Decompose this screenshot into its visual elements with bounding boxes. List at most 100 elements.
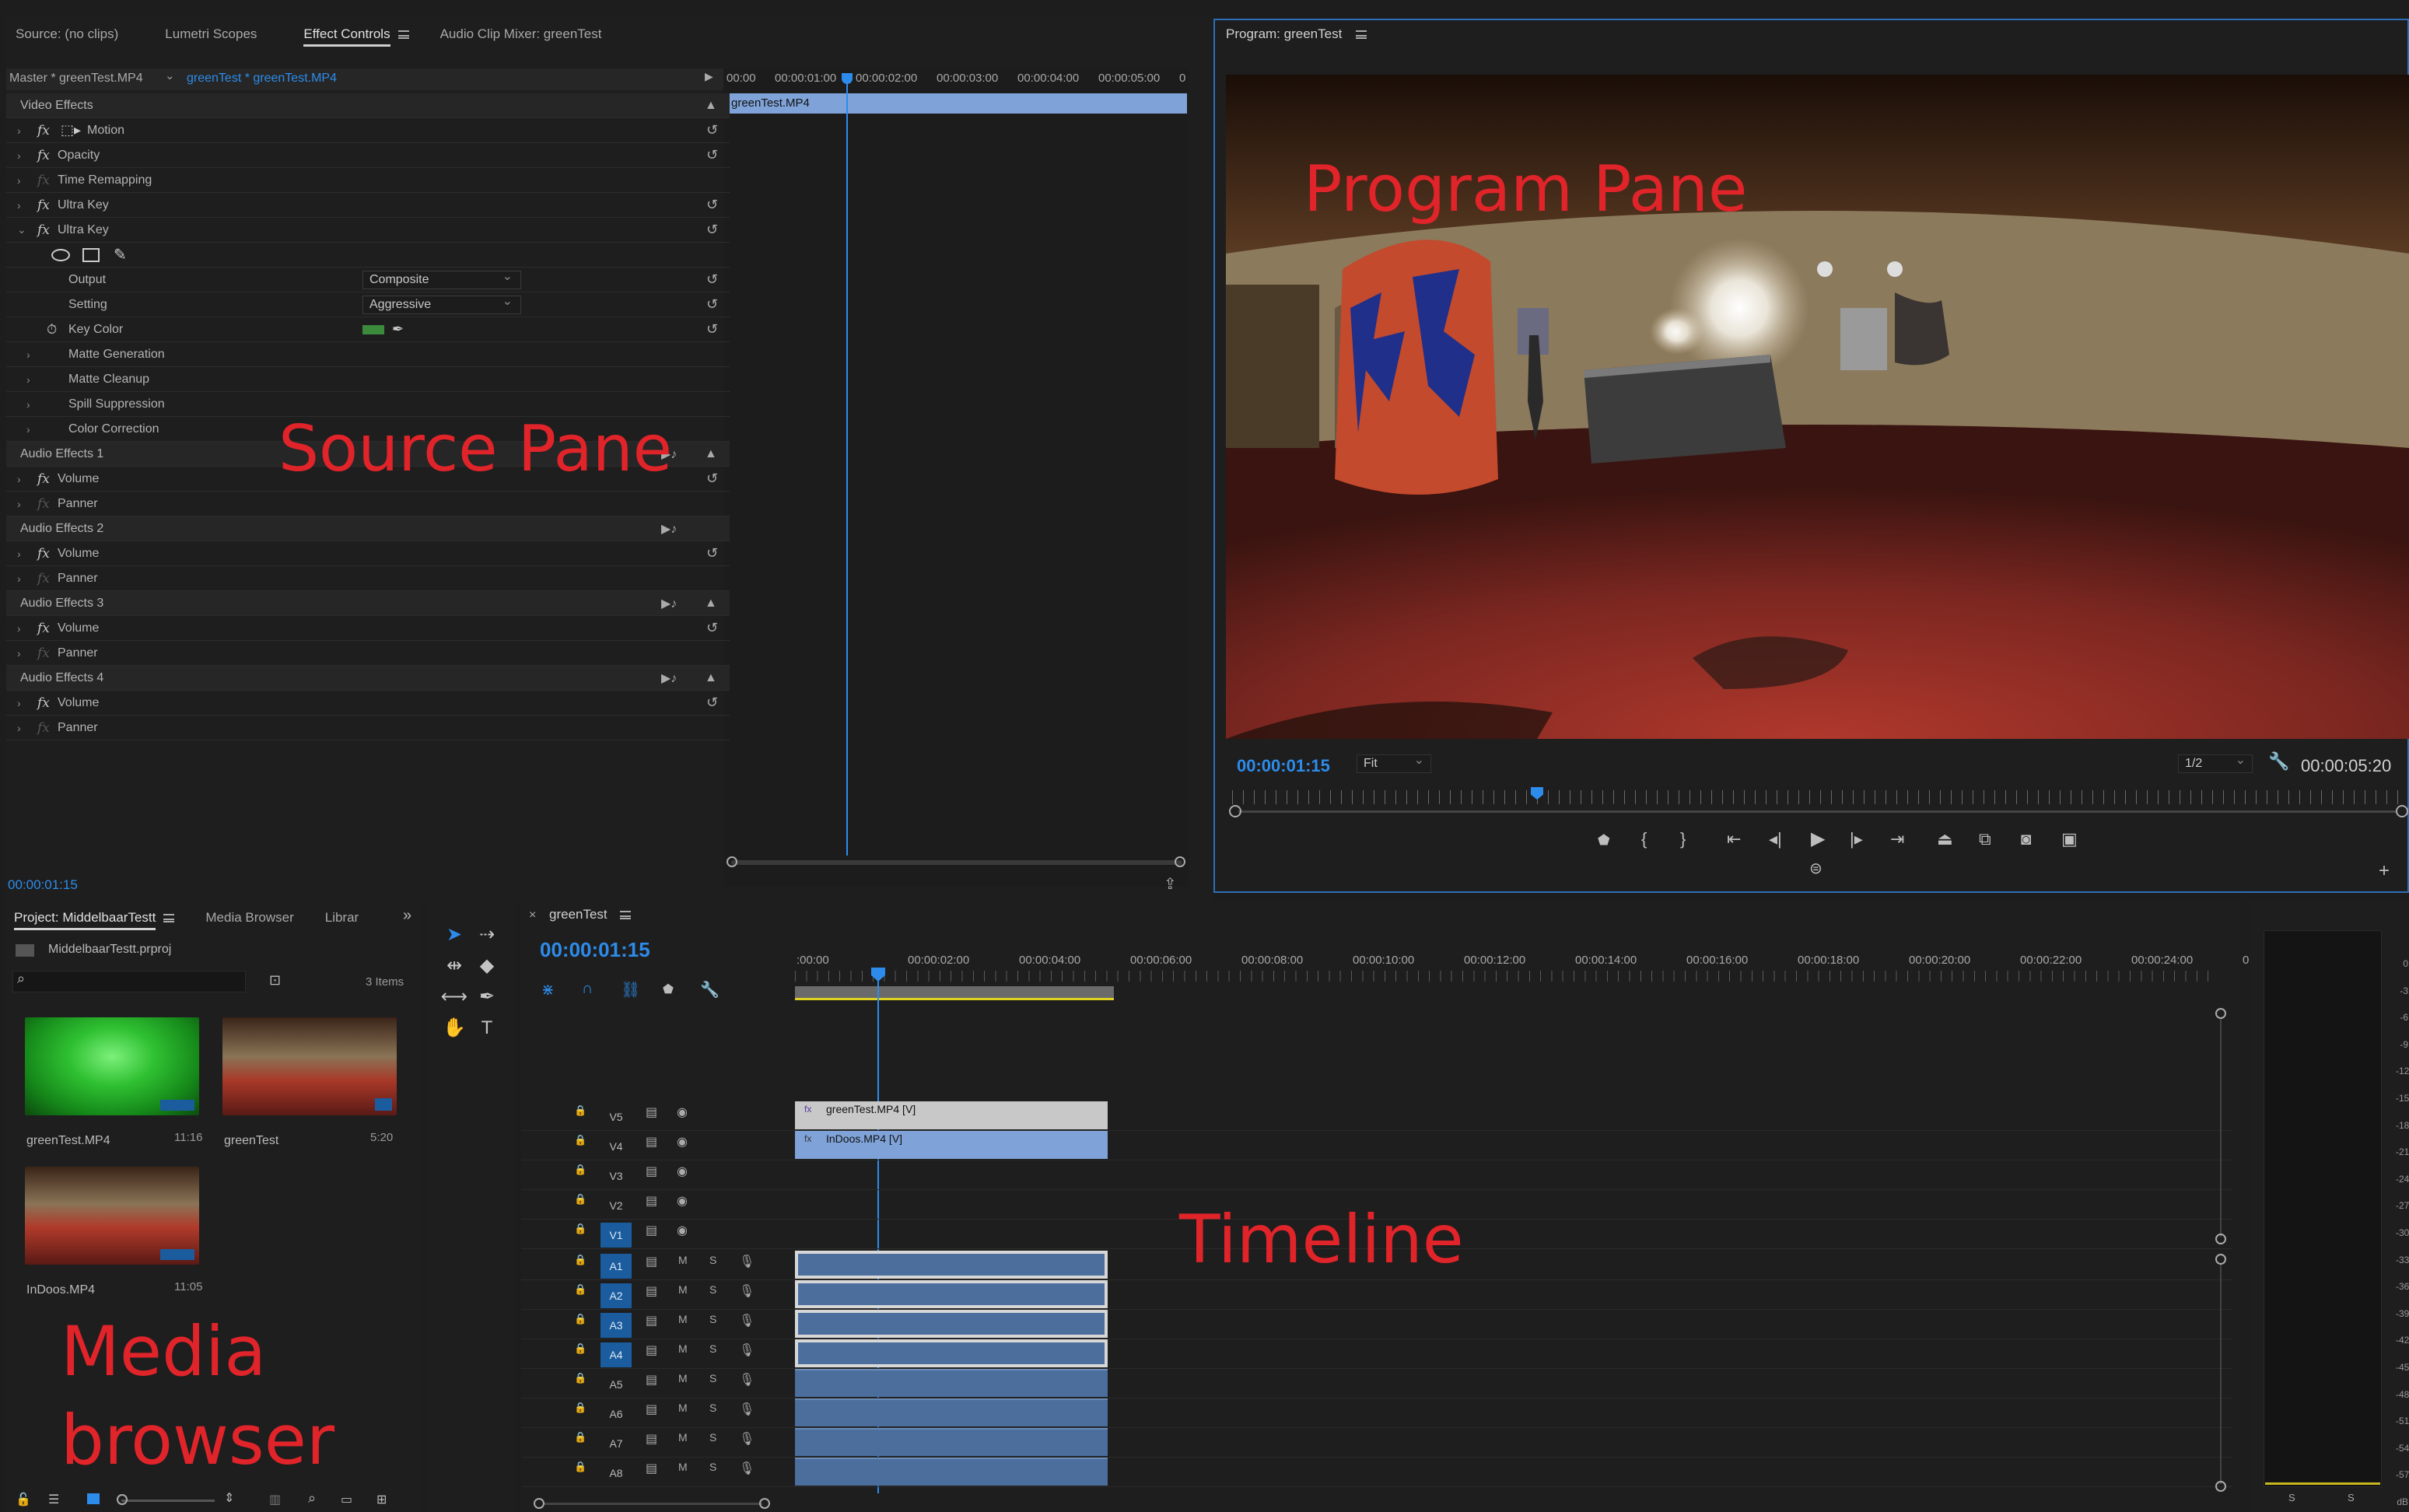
chevron-right-icon[interactable]: › <box>26 348 30 361</box>
audio-clip-a2[interactable] <box>795 1280 1108 1308</box>
track-target-a5[interactable]: A5 <box>600 1372 632 1397</box>
track-target-a7[interactable]: A7 <box>600 1431 632 1456</box>
sync-lock-icon[interactable]: ▤ <box>646 1134 657 1150</box>
sync-lock-icon[interactable]: ▤ <box>646 1431 657 1447</box>
fx-icon[interactable]: fx <box>37 695 50 711</box>
pen-mask-icon[interactable]: ✎ <box>114 245 127 264</box>
eye-icon[interactable]: ◉ <box>677 1223 688 1238</box>
camera-icon[interactable]: ◙ <box>2021 829 2031 849</box>
mark-out-icon[interactable]: } <box>1680 829 1686 849</box>
audio-track-row[interactable] <box>521 1310 2232 1339</box>
add-marker-icon[interactable]: ⬟ <box>663 982 674 997</box>
horizontal-scroll-handle-left[interactable] <box>534 1498 544 1509</box>
solo-button[interactable]: S <box>709 1283 716 1296</box>
effect-ultra-key-2[interactable]: ⌄ fx Ultra Key ↺ <box>6 218 730 243</box>
type-tool-icon[interactable]: T <box>473 1014 501 1042</box>
razor-tool-icon[interactable]: ◆ <box>473 952 501 980</box>
chevron-right-icon[interactable]: › <box>17 697 21 709</box>
tab-audio-clip-mixer[interactable]: Audio Clip Mixer: greenTest <box>425 17 618 51</box>
chevron-right-icon[interactable]: › <box>17 572 21 585</box>
solo-button[interactable]: S <box>709 1254 716 1266</box>
program-title[interactable]: Program: greenTest <box>1226 26 1367 42</box>
effect-motion[interactable]: › fx ⬚▸ Motion ↺ <box>6 118 730 143</box>
meter-solo-right[interactable]: S <box>2348 1492 2355 1503</box>
chevron-right-icon[interactable]: › <box>17 174 21 187</box>
solo-button[interactable]: S <box>709 1461 716 1473</box>
go-to-in-icon[interactable]: ⇤ <box>1727 829 1741 849</box>
magnet-icon[interactable]: ∩ <box>582 980 593 998</box>
lock-icon[interactable]: 🔒 <box>574 1283 586 1296</box>
vr-video-icon[interactable]: ⊜ <box>1809 859 1823 878</box>
track-target-v1[interactable]: V1 <box>600 1223 632 1248</box>
list-view-icon[interactable]: ☰ <box>48 1492 59 1507</box>
tab-media-browser[interactable]: Media Browser <box>190 901 309 935</box>
mute-button[interactable]: M <box>678 1254 688 1266</box>
audio-clip-a7[interactable] <box>795 1428 1108 1456</box>
sync-lock-icon[interactable]: ▤ <box>646 1193 657 1209</box>
menu-icon[interactable] <box>163 914 175 923</box>
reset-icon[interactable]: ↺ <box>706 296 718 313</box>
vertical-scroll-handle-a[interactable] <box>2215 1254 2226 1265</box>
video-track-row[interactable] <box>521 1131 2232 1160</box>
tab-source[interactable]: Source: (no clips) <box>0 17 134 51</box>
microphone-icon[interactable]: 🎙 <box>739 1402 755 1417</box>
mute-button[interactable]: M <box>678 1283 688 1296</box>
effect-volume[interactable]: › fx Volume ↺ <box>6 616 730 641</box>
reset-icon[interactable]: ↺ <box>706 222 718 238</box>
menu-icon[interactable] <box>1356 30 1367 40</box>
track-target-v4[interactable]: V4 <box>600 1134 632 1159</box>
audio-clip-a6[interactable] <box>795 1398 1108 1426</box>
collapse-icon[interactable]: ▲ <box>705 99 717 113</box>
zoom-handle-right[interactable] <box>2396 805 2408 817</box>
effect-volume[interactable]: › fx Volume ↺ <box>6 691 730 716</box>
clip-label[interactable]: greenTest * greenTest.MP4 <box>187 72 337 86</box>
ec-ruler[interactable]: 00:00 00:00:01:00 00:00:02:00 00:00:03:0… <box>723 68 1189 90</box>
project-search-input[interactable] <box>12 971 246 992</box>
lock-icon[interactable]: 🔒 <box>574 1134 586 1146</box>
audio-icon[interactable]: ▶♪ <box>661 521 677 537</box>
effect-ultra-key-1[interactable]: › fx Ultra Key ↺ <box>6 193 730 218</box>
audio-icon[interactable]: ▶♪ <box>661 670 677 686</box>
effect-panner[interactable]: › fx Panner <box>6 492 730 516</box>
effect-opacity[interactable]: › fx Opacity ↺ <box>6 143 730 168</box>
sync-lock-icon[interactable]: ▤ <box>646 1104 657 1120</box>
sync-lock-icon[interactable]: ▤ <box>646 1223 657 1238</box>
chevron-right-icon[interactable]: › <box>17 647 21 660</box>
track-target-v5[interactable]: V5 <box>600 1104 632 1129</box>
chevron-right-icon[interactable]: › <box>17 548 21 560</box>
eye-icon[interactable]: ◉ <box>677 1134 688 1150</box>
vertical-scroll-handle-mid[interactable] <box>2215 1234 2226 1244</box>
audio-icon[interactable]: ▶♪ <box>661 596 677 611</box>
close-icon[interactable]: × <box>529 908 536 922</box>
wrench-icon[interactable]: 🔧 <box>2268 751 2289 772</box>
effect-time-remapping[interactable]: › fx Time Remapping <box>6 168 730 193</box>
setting-select[interactable]: Aggressive <box>362 293 521 314</box>
zoom-slider[interactable] <box>121 1500 215 1502</box>
resolution-select[interactable]: 1/2 ⌄ <box>2178 754 2253 773</box>
ripple-edit-tool-icon[interactable]: ⇹ <box>440 952 468 980</box>
lock-icon[interactable]: 🔒 <box>574 1372 586 1384</box>
reset-icon[interactable]: ↺ <box>706 271 718 288</box>
export-icon[interactable]: ⇪ <box>1164 874 1177 894</box>
chevron-down-icon[interactable]: ⌄ <box>165 68 175 82</box>
thumbnail-indoos-mp4[interactable] <box>25 1167 199 1265</box>
tab-project[interactable]: Project: MiddelbaarTestt <box>0 901 190 935</box>
sync-lock-icon[interactable]: ▤ <box>646 1313 657 1328</box>
play-icon[interactable]: ▶ <box>1811 828 1825 850</box>
chevron-right-icon[interactable]: › <box>17 498 21 510</box>
mute-button[interactable]: M <box>678 1461 688 1473</box>
vertical-scroll-handle-bottom[interactable] <box>2215 1481 2226 1492</box>
reset-icon[interactable]: ↺ <box>706 471 718 487</box>
ec-playhead[interactable] <box>846 75 848 856</box>
track-target-a1[interactable]: A1 <box>600 1254 632 1279</box>
reset-icon[interactable]: ↺ <box>706 321 718 338</box>
solo-button[interactable]: S <box>709 1313 716 1325</box>
eye-icon[interactable]: ◉ <box>677 1164 688 1179</box>
audio-track-row[interactable] <box>521 1398 2232 1428</box>
collapse-icon[interactable]: ▲ <box>705 597 717 611</box>
collapse-icon[interactable]: ▲ <box>705 671 717 685</box>
tab-lumetri-scopes[interactable]: Lumetri Scopes <box>134 17 272 51</box>
audio-track-row[interactable] <box>521 1339 2232 1369</box>
snap-icon[interactable]: ⋇ <box>541 980 555 999</box>
microphone-icon[interactable]: 🎙 <box>739 1254 755 1269</box>
